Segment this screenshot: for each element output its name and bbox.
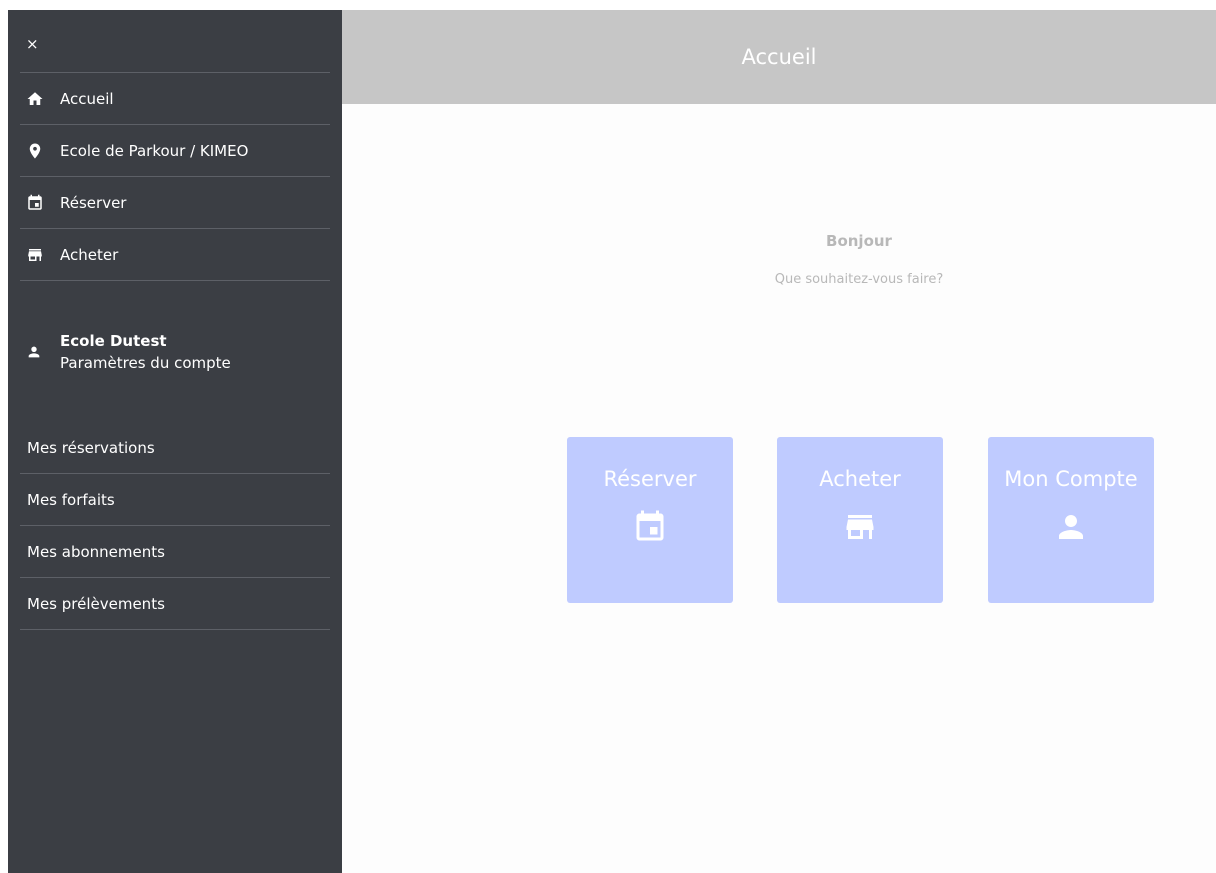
divider: [20, 629, 330, 630]
sidebar-item-acheter[interactable]: Acheter: [8, 229, 342, 280]
calendar-icon: [567, 509, 733, 545]
sidebar-item-mes-reservations[interactable]: Mes réservations: [8, 422, 342, 473]
user-icon: [988, 509, 1154, 545]
sidebar-item-mes-prelevements[interactable]: Mes prélèvements: [8, 578, 342, 629]
sidebar-item-reserver[interactable]: Réserver: [8, 177, 342, 228]
sidebar-item-label: Accueil: [60, 89, 114, 108]
store-icon: [26, 246, 44, 264]
home-icon: [26, 90, 44, 108]
account-nav: Mes réservations Mes forfaits Mes abonne…: [8, 422, 342, 630]
sidebar-item-mes-abonnements[interactable]: Mes abonnements: [8, 526, 342, 577]
sidebar: × Accueil Ecole de Parkour / KIMEO Réser…: [8, 10, 342, 873]
calendar-icon: [26, 194, 44, 212]
user-icon: [26, 343, 42, 361]
store-icon: [777, 509, 943, 545]
tile-acheter[interactable]: Acheter: [777, 437, 943, 603]
tile-mon-compte[interactable]: Mon Compte: [988, 437, 1154, 603]
tile-label: Mon Compte: [1004, 467, 1138, 491]
account-name: Ecole Dutest: [60, 332, 167, 350]
sidebar-item-location[interactable]: Ecole de Parkour / KIMEO: [8, 125, 342, 176]
sidebar-item-mes-forfaits[interactable]: Mes forfaits: [8, 474, 342, 525]
greeting-prompt: Que souhaitez-vous faire?: [774, 272, 944, 287]
page-header: Accueil: [342, 10, 1216, 104]
tile-label: Réserver: [603, 467, 697, 491]
sidebar-item-label: Réserver: [60, 193, 127, 212]
tile-label: Acheter: [819, 467, 901, 491]
sidebar-item-label: Acheter: [60, 245, 119, 264]
greeting: Bonjour: [826, 232, 892, 250]
account-settings-link[interactable]: Paramètres du compte: [60, 354, 231, 372]
sidebar-item-accueil[interactable]: Accueil: [8, 73, 342, 124]
account-text: Ecole Dutest Paramètres du compte: [60, 332, 231, 372]
tile-reserver[interactable]: Réserver: [567, 437, 733, 603]
sidebar-nav: Accueil Ecole de Parkour / KIMEO Réserve…: [8, 72, 342, 281]
clipped-text: [640, 0, 1216, 10]
top-clipped-strip: [0, 0, 1216, 10]
account-section[interactable]: Ecole Dutest Paramètres du compte: [26, 332, 231, 372]
divider: [20, 280, 330, 281]
page-title: Accueil: [741, 45, 817, 69]
main-content: Bonjour Que souhaitez-vous faire? Réserv…: [342, 104, 1216, 873]
close-sidebar-button[interactable]: ×: [26, 36, 42, 52]
sidebar-item-label: Ecole de Parkour / KIMEO: [60, 141, 249, 160]
location-pin-icon: [26, 142, 44, 160]
